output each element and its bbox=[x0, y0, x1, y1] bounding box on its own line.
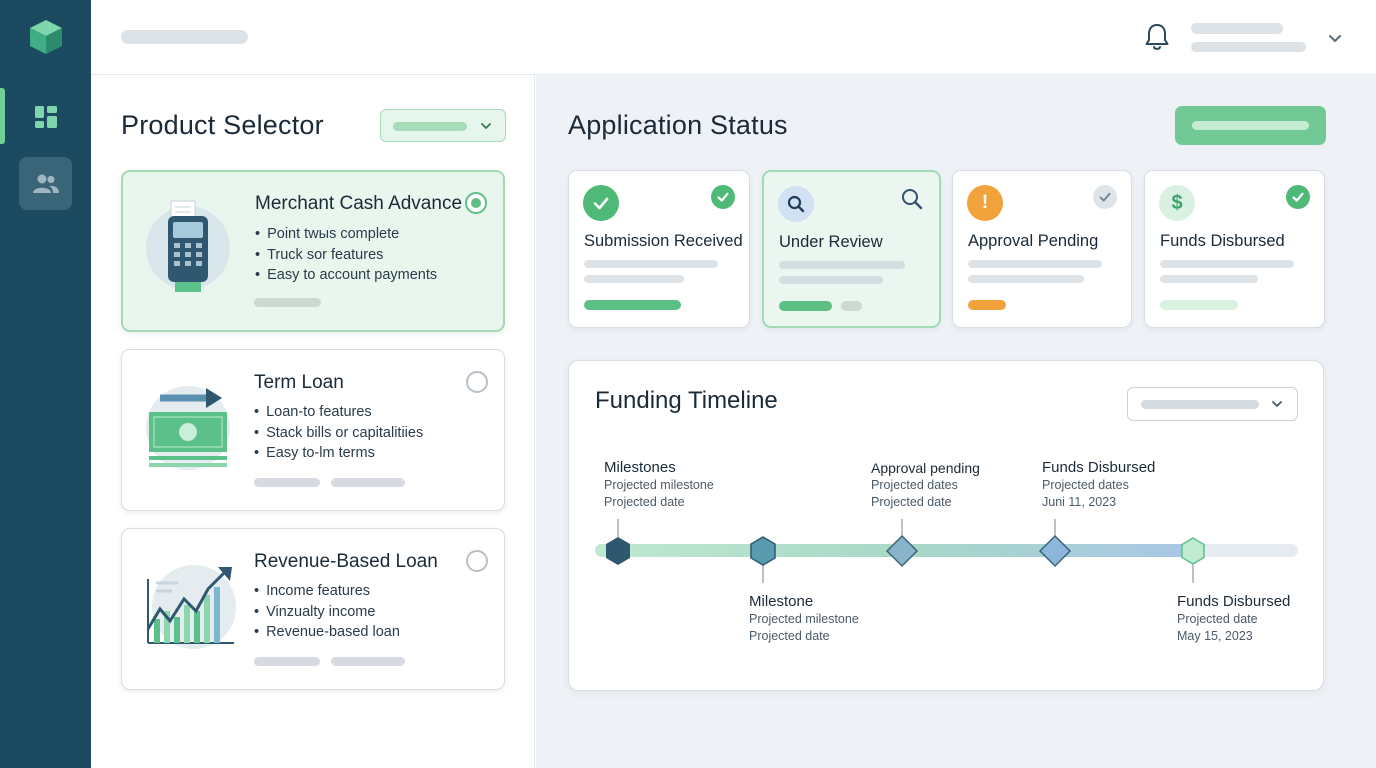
product-radio[interactable] bbox=[466, 550, 488, 572]
status-label: Approval Pending bbox=[968, 232, 1099, 250]
status-label: Under Review bbox=[779, 233, 883, 251]
product-features: Income features Vinzualty income Revenue… bbox=[254, 581, 400, 643]
milestone-detail: May 15, 2023 bbox=[1177, 628, 1253, 643]
primary-action-button[interactable] bbox=[1175, 106, 1326, 145]
check-icon bbox=[583, 185, 619, 221]
feature-item: Loan-to features bbox=[254, 402, 423, 423]
status-card-approval-pending[interactable]: ! Approval Pending bbox=[952, 170, 1132, 328]
dashboard-icon bbox=[34, 105, 57, 128]
product-card-term-loan[interactable]: Term Loan Loan-to features Stack bills o… bbox=[121, 349, 505, 511]
dollar-icon: $ bbox=[1159, 185, 1195, 221]
feature-item: Stack bills or capitalitiies bbox=[254, 423, 423, 444]
milestone-marker bbox=[750, 536, 776, 566]
bell-icon[interactable] bbox=[1144, 22, 1170, 52]
product-title: Revenue-Based Loan bbox=[254, 551, 438, 572]
cube-logo bbox=[30, 20, 62, 54]
timeline-milestone: Milestones Projected milestone Projected… bbox=[604, 459, 714, 510]
magnify-icon bbox=[778, 186, 814, 222]
card-terminal-icon bbox=[146, 200, 230, 292]
cash-transfer-icon bbox=[146, 386, 230, 470]
milestone-marker bbox=[1038, 534, 1072, 568]
top-header bbox=[91, 0, 1376, 75]
milestone-title: Funds Disbursed bbox=[1042, 459, 1156, 476]
product-radio[interactable] bbox=[465, 192, 487, 214]
product-filter-select[interactable] bbox=[380, 109, 506, 142]
milestone-title: Funds Disbursed bbox=[1177, 593, 1291, 610]
funding-timeline-card: Funding Timeline Milestones Projected mi… bbox=[568, 360, 1324, 691]
check-circle-icon bbox=[711, 185, 735, 209]
text-placeholder bbox=[254, 298, 321, 307]
milestone-marker bbox=[1181, 537, 1205, 565]
breadcrumb-placeholder bbox=[121, 30, 248, 44]
milestone-marker bbox=[885, 534, 919, 568]
product-radio[interactable] bbox=[466, 371, 488, 393]
sidebar-item-users[interactable] bbox=[19, 157, 72, 210]
text-placeholder bbox=[331, 657, 405, 666]
text-placeholder bbox=[331, 478, 405, 487]
milestone-detail: Projected dates bbox=[1042, 478, 1129, 492]
product-title: Term Loan bbox=[254, 372, 344, 393]
product-card-revenue-based-loan[interactable]: Revenue-Based Loan Income features Vinzu… bbox=[121, 528, 505, 690]
user-role-placeholder bbox=[1191, 42, 1306, 52]
feature-item: Easy to account payments bbox=[255, 265, 437, 286]
check-circle-icon bbox=[1093, 185, 1117, 209]
feature-item: Vinzualty income bbox=[254, 602, 400, 623]
milestone-detail: Projected milestone bbox=[604, 478, 714, 492]
milestone-detail: Projected dates bbox=[871, 478, 958, 492]
status-label: Funds Disbursed bbox=[1160, 232, 1285, 250]
milestone-detail: Projected milestone bbox=[749, 612, 859, 626]
milestone-detail: Juni 11, 2023 bbox=[1042, 494, 1117, 509]
text-placeholder bbox=[254, 478, 320, 487]
timeline-milestone: Funds Disbursed Projected dates Juni 11,… bbox=[1042, 459, 1155, 510]
exclamation-icon: ! bbox=[967, 185, 1003, 221]
chevron-down-icon[interactable] bbox=[1327, 30, 1343, 46]
timeline-milestone: Milestone Projected milestone Projected … bbox=[749, 593, 859, 644]
product-features: Point twыs complete Truck sor features E… bbox=[255, 224, 437, 286]
nav-active-indicator bbox=[0, 88, 5, 144]
status-card-funds-disbursed[interactable]: $ Funds Disbursed bbox=[1144, 170, 1325, 328]
milestone-title: Milestone bbox=[749, 593, 814, 610]
product-selector-panel: Product Selector Merchant Cash Advance P… bbox=[91, 75, 535, 768]
text-placeholder bbox=[254, 657, 320, 666]
milestone-marker bbox=[606, 537, 630, 565]
milestone-detail: Projected date bbox=[604, 494, 685, 509]
milestone-detail: Projected date bbox=[749, 628, 830, 643]
users-icon bbox=[32, 174, 59, 193]
sidebar bbox=[0, 0, 91, 768]
status-label: Submission Received bbox=[584, 232, 743, 250]
chevron-down-icon bbox=[481, 123, 491, 129]
status-card-submission-received[interactable]: Submission Received bbox=[568, 170, 750, 328]
product-features: Loan-to features Stack bills or capitali… bbox=[254, 402, 423, 464]
product-title: Merchant Cash Advance bbox=[255, 193, 463, 214]
timeline-milestone: Approval pending Projected dates Project… bbox=[871, 459, 980, 510]
feature-item: Point twыs complete bbox=[255, 224, 437, 245]
milestone-title: Approval pending bbox=[871, 460, 980, 476]
check-circle-icon bbox=[1286, 185, 1310, 209]
timeline-milestone: Funds Disbursed Projected date May 15, 2… bbox=[1177, 593, 1290, 644]
application-status-title: Application Status bbox=[568, 110, 788, 140]
feature-item: Revenue-based loan bbox=[254, 622, 400, 643]
user-name-placeholder[interactable] bbox=[1191, 23, 1283, 34]
status-card-under-review[interactable]: Under Review bbox=[762, 170, 941, 328]
product-card-merchant-cash-advance[interactable]: Merchant Cash Advance Point twыs complet… bbox=[121, 170, 505, 332]
sidebar-item-dashboard[interactable] bbox=[19, 90, 72, 143]
feature-item: Income features bbox=[254, 581, 400, 602]
growth-chart-icon bbox=[146, 565, 236, 649]
feature-item: Easy to-lm terms bbox=[254, 443, 423, 464]
product-selector-title: Product Selector bbox=[121, 110, 324, 140]
application-status-panel: Application Status Submission Received U… bbox=[536, 75, 1376, 768]
search-icon bbox=[899, 186, 925, 212]
milestone-detail: Projected date bbox=[871, 494, 952, 509]
milestone-detail: Projected date bbox=[1177, 612, 1258, 626]
milestone-title: Milestones bbox=[604, 459, 676, 476]
feature-item: Truck sor features bbox=[255, 245, 437, 266]
